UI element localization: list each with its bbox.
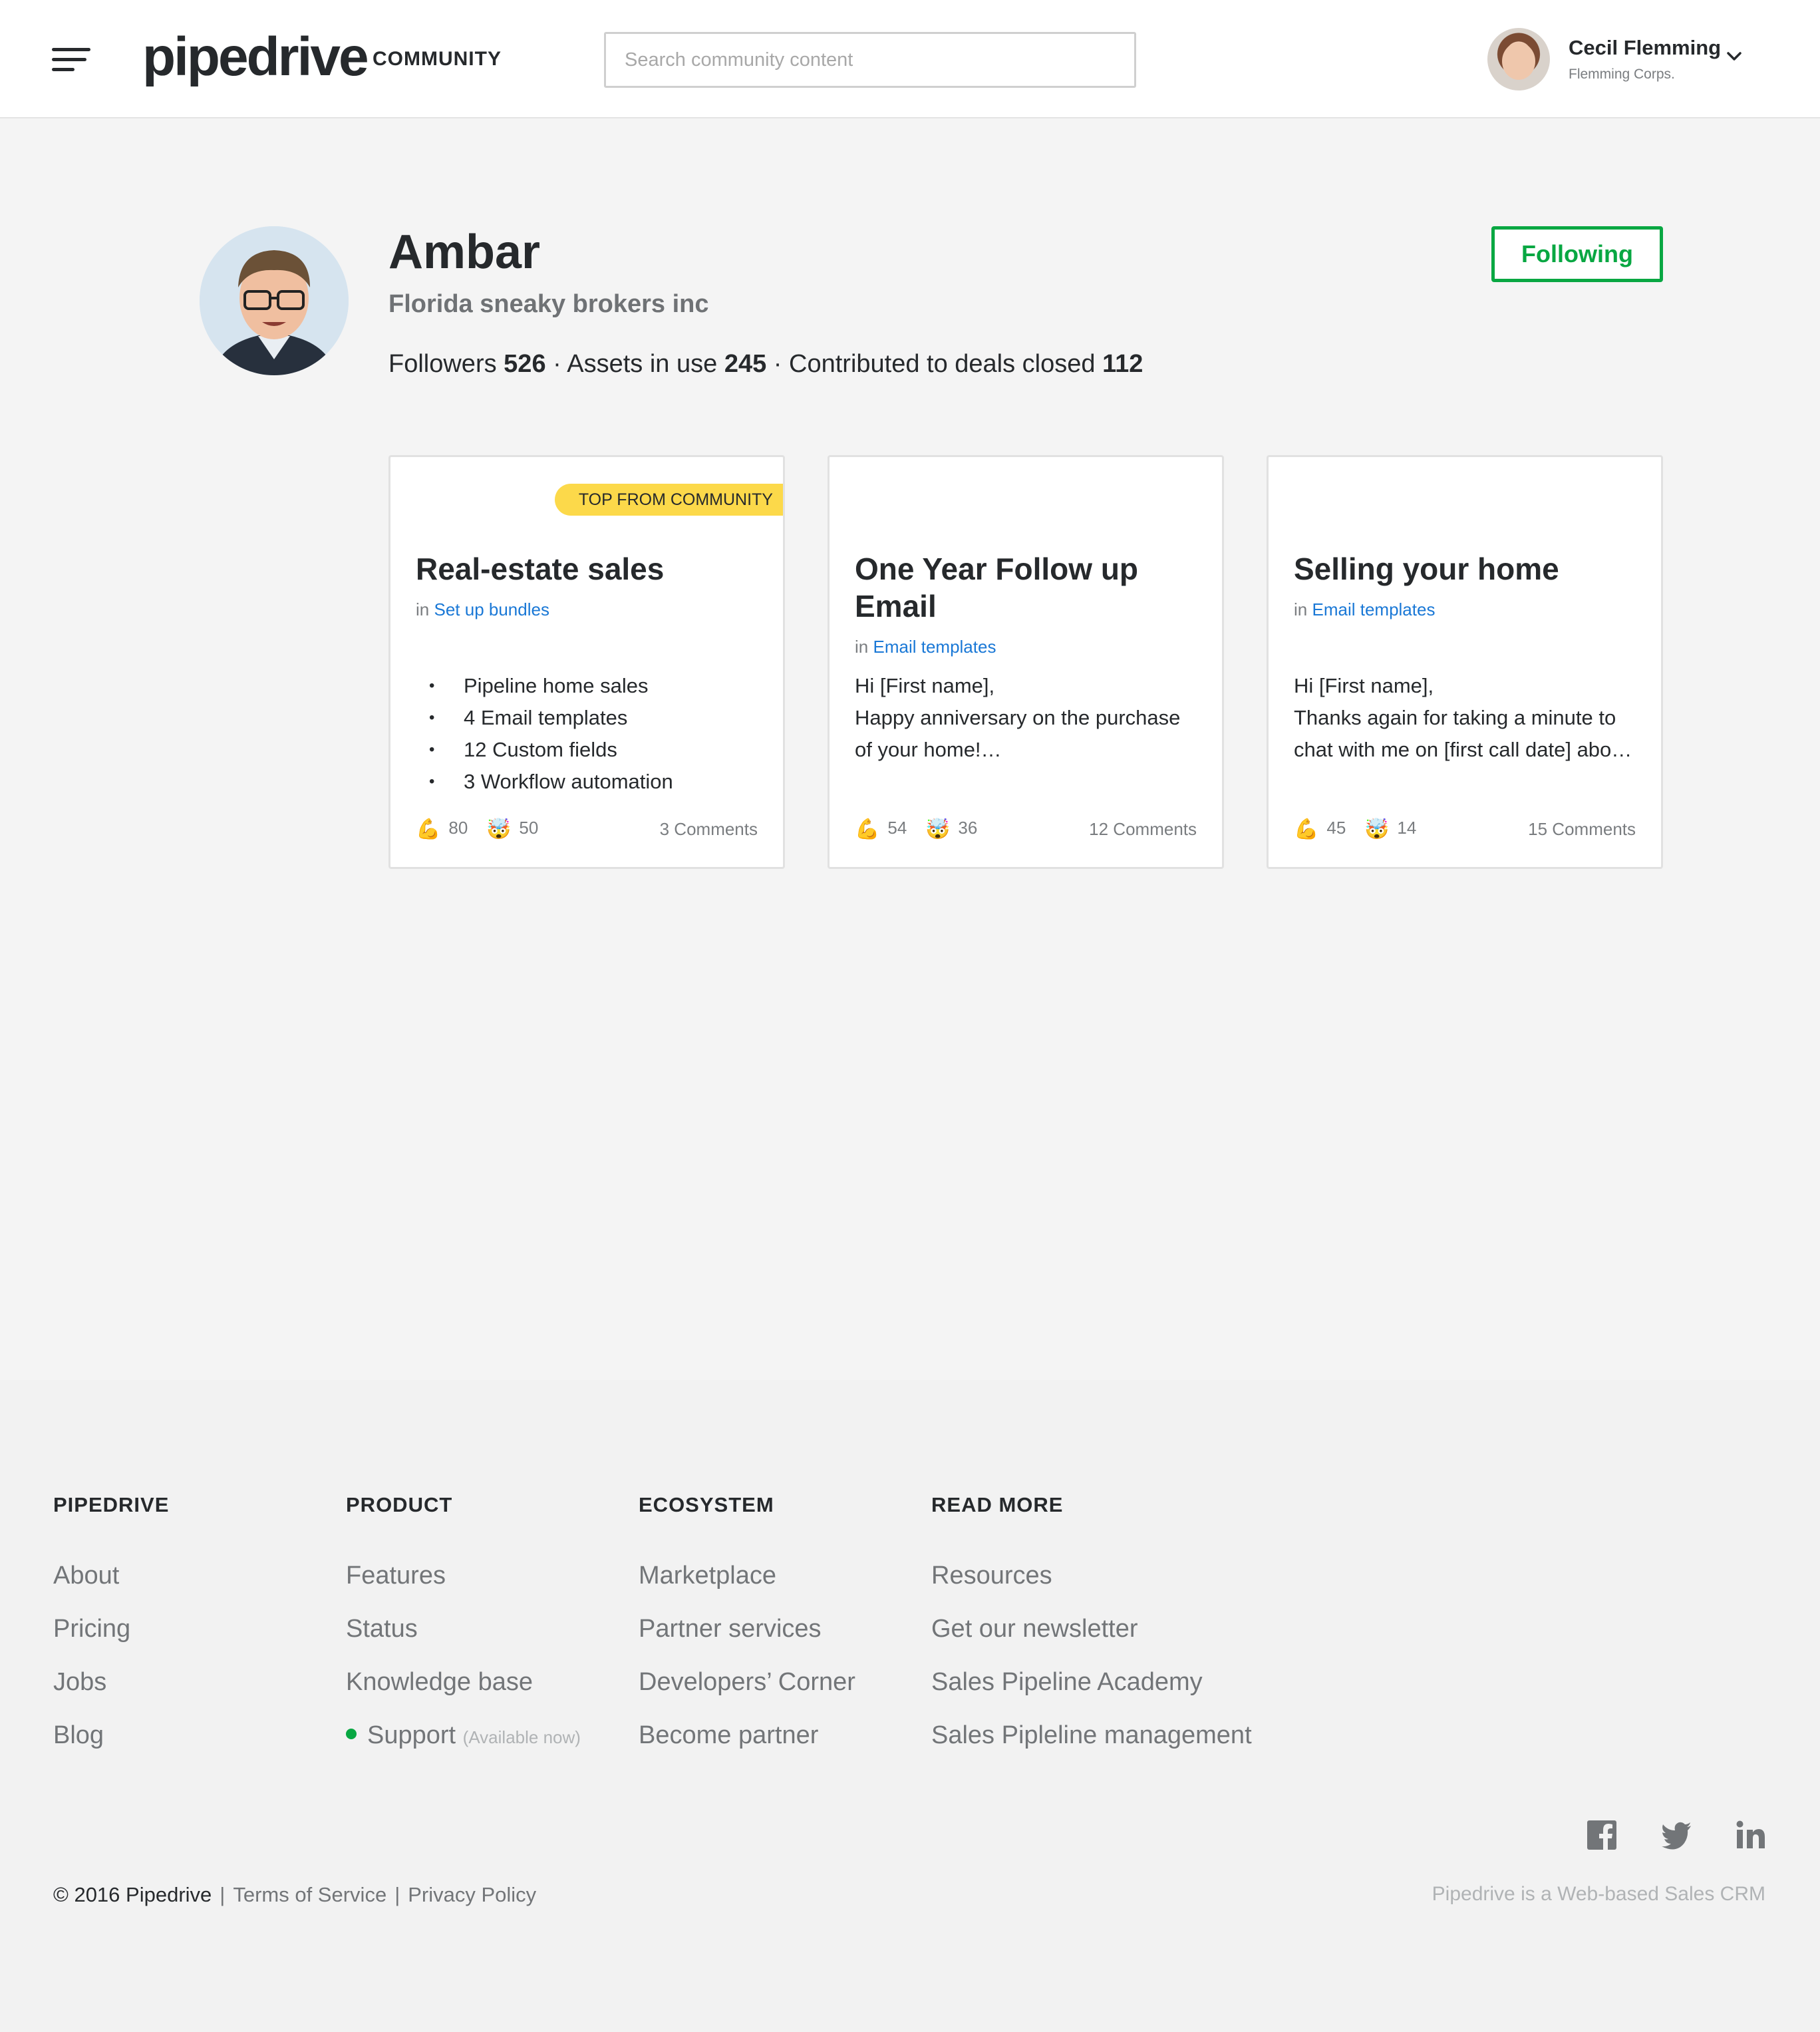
followers-label: Followers <box>388 350 497 378</box>
profile-avatar <box>200 226 349 375</box>
comments-link[interactable]: 12 Comments <box>1089 819 1197 840</box>
flexed-biceps-reaction[interactable]: 💪 54 <box>855 818 907 841</box>
comments-link[interactable]: 3 Comments <box>660 819 758 840</box>
user-avatar <box>1487 28 1550 90</box>
deals-label: Contributed to deals closed <box>789 350 1096 378</box>
followers-count: 526 <box>504 350 546 378</box>
card-category: in Email templates <box>855 637 996 657</box>
footer-link-sales-pipeline-academy[interactable]: Sales Pipeline Academy <box>931 1655 1252 1709</box>
footer-link-sales-pipeline-management[interactable]: Sales Pipleline management <box>931 1709 1252 1762</box>
site-footer: PIPEDRIVE About Pricing Jobs Blog PRODUC… <box>0 1380 1820 2032</box>
card-title: One Year Follow up Email <box>855 552 1139 623</box>
assets-count: 245 <box>724 350 767 378</box>
footer-link-developers-corner[interactable]: Developers’ Corner <box>639 1655 855 1709</box>
asset-card[interactable]: One Year Follow up Email in Email templa… <box>828 455 1224 869</box>
top-header: pipedrive COMMUNITY Cecil Flemming Flemm… <box>0 0 1820 118</box>
linkedin-icon[interactable] <box>1735 1819 1767 1851</box>
footer-link-features[interactable]: Features <box>346 1549 581 1602</box>
list-item: 4 Email templates <box>416 702 673 734</box>
category-link[interactable]: Email templates <box>873 637 996 657</box>
mind-blown-icon: 🤯 <box>925 818 951 841</box>
copyright-text: © 2016 Pipedrive <box>53 1883 212 1906</box>
card-footer: 💪 54 🤯 36 12 Comments <box>855 815 1197 844</box>
card-title: Selling your home <box>1294 552 1559 586</box>
footer-link-newsletter[interactable]: Get our newsletter <box>931 1602 1252 1655</box>
asset-card[interactable]: Selling your home in Email templates Hi … <box>1267 455 1663 869</box>
user-name: Cecil Flemming <box>1569 36 1722 59</box>
card-preview: Hi [First name], Thanks again for taking… <box>1294 674 1632 761</box>
footer-heading: ECOSYSTEM <box>639 1493 774 1516</box>
footer-link-marketplace[interactable]: Marketplace <box>639 1549 855 1602</box>
footer-tagline: Pipedrive is a Web-based Sales CRM <box>1432 1883 1765 1905</box>
category-link[interactable]: Set up bundles <box>434 599 549 619</box>
footer-link-become-partner[interactable]: Become partner <box>639 1709 855 1762</box>
top-community-badge: TOP FROM COMMUNITY <box>554 484 783 516</box>
menu-icon[interactable] <box>52 48 90 72</box>
footer-link-partner-services[interactable]: Partner services <box>639 1602 855 1655</box>
footer-heading: PRODUCT <box>346 1493 453 1516</box>
search-input[interactable] <box>604 32 1136 88</box>
chevron-down-icon[interactable] <box>1724 47 1744 67</box>
profile-company: Florida sneaky brokers inc <box>388 290 709 318</box>
footer-link-support[interactable]: Support (Available now) <box>346 1709 581 1764</box>
footer-column-pipedrive: PIPEDRIVE About Pricing Jobs Blog <box>53 1493 169 1762</box>
mind-blown-icon: 🤯 <box>1364 818 1390 841</box>
twitter-icon[interactable] <box>1660 1819 1692 1851</box>
mind-blown-icon: 🤯 <box>486 818 512 841</box>
profile-stats: Followers 526 · Assets in use 245 · Cont… <box>388 350 1143 378</box>
flexed-biceps-icon: 💪 <box>855 818 880 841</box>
footer-link-knowledge-base[interactable]: Knowledge base <box>346 1655 581 1709</box>
brand-logo[interactable]: pipedrive <box>142 24 369 90</box>
card-footer: 💪 45 🤯 14 15 Comments <box>1294 815 1636 844</box>
mind-blown-reaction[interactable]: 🤯 50 <box>486 818 538 841</box>
list-item: 12 Custom fields <box>416 734 673 766</box>
terms-link[interactable]: Terms of Service <box>233 1883 386 1906</box>
flexed-biceps-icon: 💪 <box>416 818 441 841</box>
user-menu[interactable]: Cecil Flemming Flemming Corps. <box>1487 27 1753 93</box>
privacy-link[interactable]: Privacy Policy <box>408 1883 536 1906</box>
footer-link-resources[interactable]: Resources <box>931 1549 1252 1602</box>
footer-link-blog[interactable]: Blog <box>53 1709 169 1762</box>
profile-name: Ambar <box>388 226 541 279</box>
card-category: in Email templates <box>1294 599 1436 619</box>
footer-legal: © 2016 Pipedrive | Terms of Service | Privac… <box>53 1883 537 1906</box>
footer-column-product: PRODUCT Features Status Knowledge base S… <box>346 1493 581 1764</box>
card-preview: Hi [First name], Happy anniversary on th… <box>855 674 1181 761</box>
footer-link-pricing[interactable]: Pricing <box>53 1602 169 1655</box>
asset-card[interactable]: TOP FROM COMMUNITY Real-estate sales in … <box>388 455 785 869</box>
bundle-items: Pipeline home sales 4 Email templates 12… <box>416 670 673 798</box>
footer-heading: PIPEDRIVE <box>53 1493 170 1516</box>
online-status-dot <box>346 1729 357 1739</box>
footer-column-read-more: READ MORE Resources Get our newsletter S… <box>931 1493 1252 1762</box>
footer-heading: READ MORE <box>931 1493 1064 1516</box>
footer-column-ecosystem: ECOSYSTEM Marketplace Partner services D… <box>639 1493 855 1762</box>
brand-community-label: COMMUNITY <box>373 48 502 70</box>
category-link[interactable]: Email templates <box>1312 599 1435 619</box>
footer-link-status[interactable]: Status <box>346 1602 581 1655</box>
support-availability: (Available now) <box>462 1727 581 1747</box>
flexed-biceps-icon: 💪 <box>1294 818 1319 841</box>
flexed-biceps-reaction[interactable]: 💪 45 <box>1294 818 1346 841</box>
user-company: Flemming Corps. <box>1569 67 1675 82</box>
card-footer: 💪 80 🤯 50 3 Comments <box>416 815 758 844</box>
facebook-icon[interactable] <box>1586 1819 1618 1851</box>
footer-link-jobs[interactable]: Jobs <box>53 1655 169 1709</box>
mind-blown-reaction[interactable]: 🤯 36 <box>925 818 977 841</box>
comments-link[interactable]: 15 Comments <box>1528 819 1636 840</box>
card-category: in Set up bundles <box>416 599 549 619</box>
list-item: Pipeline home sales <box>416 670 673 702</box>
flexed-biceps-reaction[interactable]: 💪 80 <box>416 818 468 841</box>
following-button[interactable]: Following <box>1491 226 1663 282</box>
list-item: 3 Workflow automation <box>416 766 673 798</box>
mind-blown-reaction[interactable]: 🤯 14 <box>1364 818 1416 841</box>
deals-count: 112 <box>1102 350 1143 378</box>
assets-label: Assets in use <box>567 350 718 378</box>
card-title: Real-estate sales <box>416 552 665 586</box>
footer-link-about[interactable]: About <box>53 1549 169 1602</box>
